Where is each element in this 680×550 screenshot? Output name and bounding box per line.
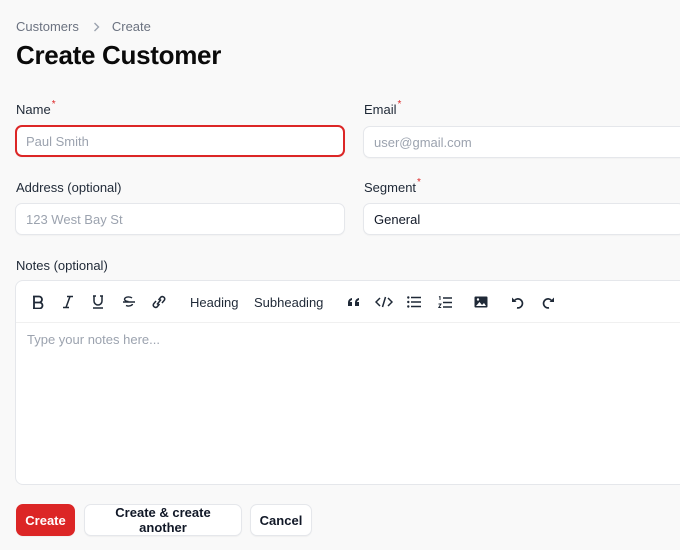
address-input[interactable]: 123 West Bay St — [15, 203, 345, 235]
segment-label-text: Segment — [364, 180, 417, 195]
underline-icon[interactable] — [92, 293, 104, 311]
image-icon[interactable] — [474, 293, 488, 311]
page-title: Create Customer — [16, 40, 222, 70]
chevron-right-icon — [93, 22, 100, 32]
notes-placeholder: Type your notes here... — [27, 332, 160, 347]
notes-label: Notes (optional) — [16, 258, 108, 273]
email-label: Email* — [364, 99, 402, 117]
required-marker: * — [397, 99, 402, 110]
bold-icon[interactable] — [32, 293, 44, 311]
address-label: Address (optional) — [16, 180, 122, 195]
heading-button[interactable]: Heading — [190, 293, 238, 311]
subheading-button[interactable]: Subheading — [254, 293, 323, 311]
code-icon[interactable] — [375, 293, 393, 311]
email-placeholder: user@gmail.com — [374, 134, 472, 150]
email-label-text: Email — [364, 102, 397, 117]
address-placeholder: 123 West Bay St — [26, 211, 123, 227]
name-label-text: Name — [16, 102, 51, 117]
breadcrumb-create: Create — [111, 19, 151, 34]
blockquote-icon[interactable] — [347, 293, 360, 311]
name-input[interactable]: Paul Smith — [15, 125, 345, 157]
cancel-button[interactable]: Cancel — [250, 504, 312, 536]
segment-label: Segment* — [364, 177, 421, 195]
redo-icon[interactable] — [542, 293, 555, 311]
strikethrough-icon[interactable] — [122, 293, 136, 311]
create-button[interactable]: Create — [16, 504, 75, 536]
email-input[interactable]: user@gmail.com — [363, 126, 680, 158]
name-placeholder: Paul Smith — [26, 133, 89, 149]
link-icon[interactable] — [150, 293, 168, 311]
ordered-list-icon[interactable] — [438, 293, 452, 311]
required-marker: * — [417, 177, 421, 188]
notes-editor[interactable]: Heading Subheading Type your notes here.… — [15, 280, 680, 485]
name-label: Name* — [16, 99, 56, 117]
undo-icon[interactable] — [511, 293, 524, 311]
required-marker: * — [51, 99, 56, 110]
segment-select[interactable]: General — [363, 203, 680, 235]
segment-value: General — [374, 211, 421, 227]
breadcrumb-customers[interactable]: Customers — [16, 19, 79, 34]
editor-toolbar: Heading Subheading — [16, 281, 680, 323]
create-another-button[interactable]: Create & create another — [84, 504, 242, 536]
italic-icon[interactable] — [62, 293, 74, 311]
bullet-list-icon[interactable] — [407, 293, 421, 311]
breadcrumb: Customers Create — [16, 19, 151, 34]
